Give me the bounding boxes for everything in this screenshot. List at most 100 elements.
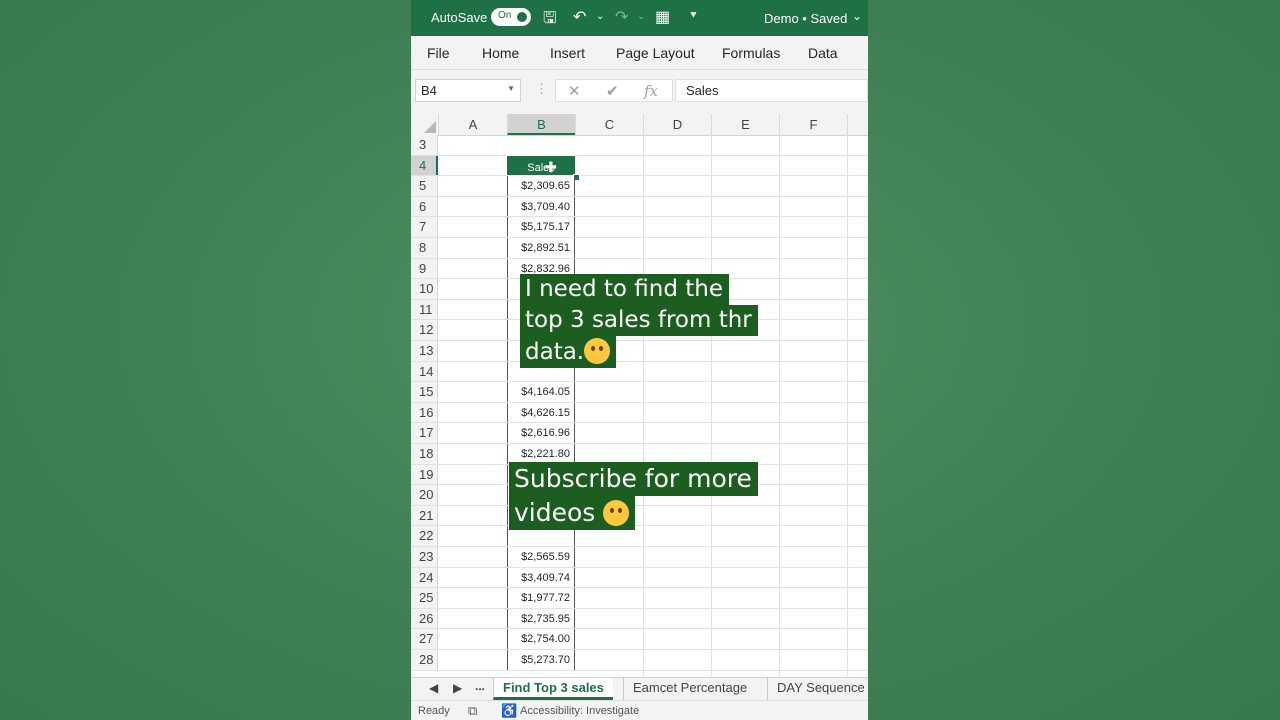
formula-input[interactable]: Sales (675, 79, 868, 102)
row-header[interactable]: 18 (411, 444, 438, 464)
caption-line: videos (509, 496, 636, 530)
title-bar: AutoSave On 🖫 ↶ ⌄ ↷ ⌄ ▦ ⯆ Demo • Saved ⌄ (411, 0, 868, 36)
menu-formulas[interactable]: Formulas (722, 45, 780, 61)
accessibility-status[interactable]: Accessibility: Investigate (520, 705, 639, 717)
cell-b17[interactable]: $2,616.96 (507, 423, 575, 443)
undo-icon[interactable]: ↶ (573, 7, 586, 27)
more-options-icon[interactable]: ⋮ (535, 81, 548, 97)
caption-line: Subscribe for more (509, 462, 758, 496)
caption-text: videos (514, 498, 596, 527)
cell-cursor-icon: ✚ (545, 158, 557, 175)
previous-sheet-icon[interactable]: ◀ (429, 681, 438, 695)
sheet-tab[interactable]: DAY Sequence (767, 678, 868, 700)
autosave-label: AutoSave (431, 10, 488, 25)
menu-insert[interactable]: Insert (550, 45, 585, 61)
table-row: 26 $2,735.95 (411, 608, 868, 630)
name-box-value: B4 (421, 83, 437, 98)
column-header-d[interactable]: D (643, 114, 711, 135)
chevron-down-icon[interactable]: ⌄ (852, 9, 862, 23)
enter-icon[interactable]: ✔ (606, 82, 619, 100)
row-header[interactable]: 5 (411, 176, 438, 196)
macro-record-icon[interactable]: ⧉ (468, 703, 477, 719)
row-header[interactable]: 22 (411, 526, 438, 546)
select-all-corner[interactable] (411, 114, 438, 135)
column-header-a[interactable]: A (438, 114, 507, 135)
row-header[interactable]: 23 (411, 547, 438, 567)
autosave-state: On (498, 10, 512, 21)
cell-b27[interactable]: $2,754.00 (507, 629, 575, 649)
table-row: 25 $1,977.72 (411, 588, 868, 609)
row-header[interactable]: 3 (411, 135, 438, 155)
menu-file[interactable]: File (427, 45, 450, 61)
row-header[interactable]: 13 (411, 341, 438, 361)
cell-b6[interactable]: $3,709.40 (507, 196, 575, 217)
more-sheets-button[interactable]: ... (475, 679, 485, 693)
row-header[interactable]: 16 (411, 402, 438, 423)
redo-dropdown-icon[interactable]: ⌄ (637, 11, 645, 22)
table-row: 15 $4,164.05 (411, 382, 868, 403)
autosave-toggle[interactable]: On (491, 8, 531, 26)
row-header[interactable]: 14 (411, 361, 438, 382)
cell-b7[interactable]: $5,175.17 (507, 217, 575, 237)
customize-toolbar-icon[interactable]: ⯆ (689, 10, 698, 23)
column-header-f[interactable]: F (779, 114, 847, 135)
selected-cell-b4[interactable]: Sales (506, 154, 576, 177)
row-header[interactable]: 12 (411, 320, 438, 340)
menu-page-layout[interactable]: Page Layout (616, 45, 695, 61)
cell-b28[interactable]: $5,273.70 (507, 650, 575, 670)
row-header[interactable]: 24 (411, 567, 438, 588)
menu-home[interactable]: Home (482, 45, 519, 61)
table-row: 28 $5,273.70 (411, 650, 868, 671)
name-box[interactable]: B4 ▼ (415, 79, 521, 102)
caption-line: data. (520, 336, 617, 368)
column-header-g[interactable] (847, 114, 868, 135)
undo-dropdown-icon[interactable]: ⌄ (596, 11, 604, 22)
column-header-c[interactable]: C (575, 114, 643, 135)
cell-b16[interactable]: $4,626.15 (507, 402, 575, 423)
cell-b18[interactable]: $2,221.80 (507, 444, 575, 464)
row-header[interactable]: 8 (411, 238, 438, 258)
column-header-e[interactable]: E (711, 114, 779, 135)
cell-b5[interactable]: $2,309.65 (507, 176, 575, 196)
row-header[interactable]: 20 (411, 485, 438, 505)
column-header-b[interactable]: B (507, 114, 575, 135)
row-header[interactable]: 28 (411, 650, 438, 670)
row-header[interactable]: 10 (411, 279, 438, 299)
save-icon[interactable]: 🖫 (543, 7, 557, 34)
cancel-icon[interactable]: ✕ (568, 82, 581, 100)
row-header[interactable]: 19 (411, 464, 438, 485)
table-row: 6 $3,709.40 (411, 196, 868, 218)
cell-b15[interactable]: $4,164.05 (507, 382, 575, 402)
document-title[interactable]: Demo • Saved (764, 11, 847, 26)
row-header[interactable]: 4 (411, 155, 438, 176)
accessibility-icon[interactable]: ♿ (501, 703, 517, 719)
row-header[interactable]: 25 (411, 588, 438, 608)
cell-b24[interactable]: $3,409.74 (507, 567, 575, 588)
formula-bar: B4 ▼ ⋮ ✕ ✔ fx Sales (411, 70, 868, 114)
menu-data[interactable]: Data (808, 45, 838, 61)
sheet-tab[interactable]: Eamcet Percentage (623, 678, 756, 700)
caption-overlay-1: I need to find the top 3 sales from thr … (520, 274, 758, 368)
grid-rows: 3 4 Sales ✚ 5 $2,309.65 6 $3,709.40 7 $5,175.17 8 $… (411, 135, 868, 677)
row-header[interactable]: 6 (411, 196, 438, 217)
next-sheet-icon[interactable]: ▶ (453, 681, 462, 695)
redo-icon[interactable]: ↷ (615, 7, 628, 27)
cell-b26[interactable]: $2,735.95 (507, 608, 575, 629)
row-header[interactable]: 9 (411, 258, 438, 279)
row-header[interactable]: 26 (411, 608, 438, 629)
function-icon[interactable]: fx (644, 82, 658, 100)
excel-mobile-window: AutoSave On 🖫 ↶ ⌄ ↷ ⌄ ▦ ⯆ Demo • Saved ⌄… (411, 0, 868, 720)
row-header[interactable]: 7 (411, 217, 438, 237)
row-header[interactable]: 15 (411, 382, 438, 402)
table-row: 8 $2,892.51 (411, 238, 868, 259)
ribbon-tabs: File Home Insert Page Layout Formulas Da… (411, 36, 868, 70)
row-header[interactable]: 21 (411, 505, 438, 526)
table-icon[interactable]: ▦ (655, 7, 670, 27)
row-header[interactable]: 11 (411, 299, 438, 320)
cell-b23[interactable]: $2,565.59 (507, 547, 575, 567)
row-header[interactable]: 27 (411, 629, 438, 649)
sheet-tab-active[interactable]: Find Top 3 sales (493, 678, 613, 700)
cell-b8[interactable]: $2,892.51 (507, 238, 575, 258)
row-header[interactable]: 17 (411, 423, 438, 443)
cell-b25[interactable]: $1,977.72 (507, 588, 575, 608)
